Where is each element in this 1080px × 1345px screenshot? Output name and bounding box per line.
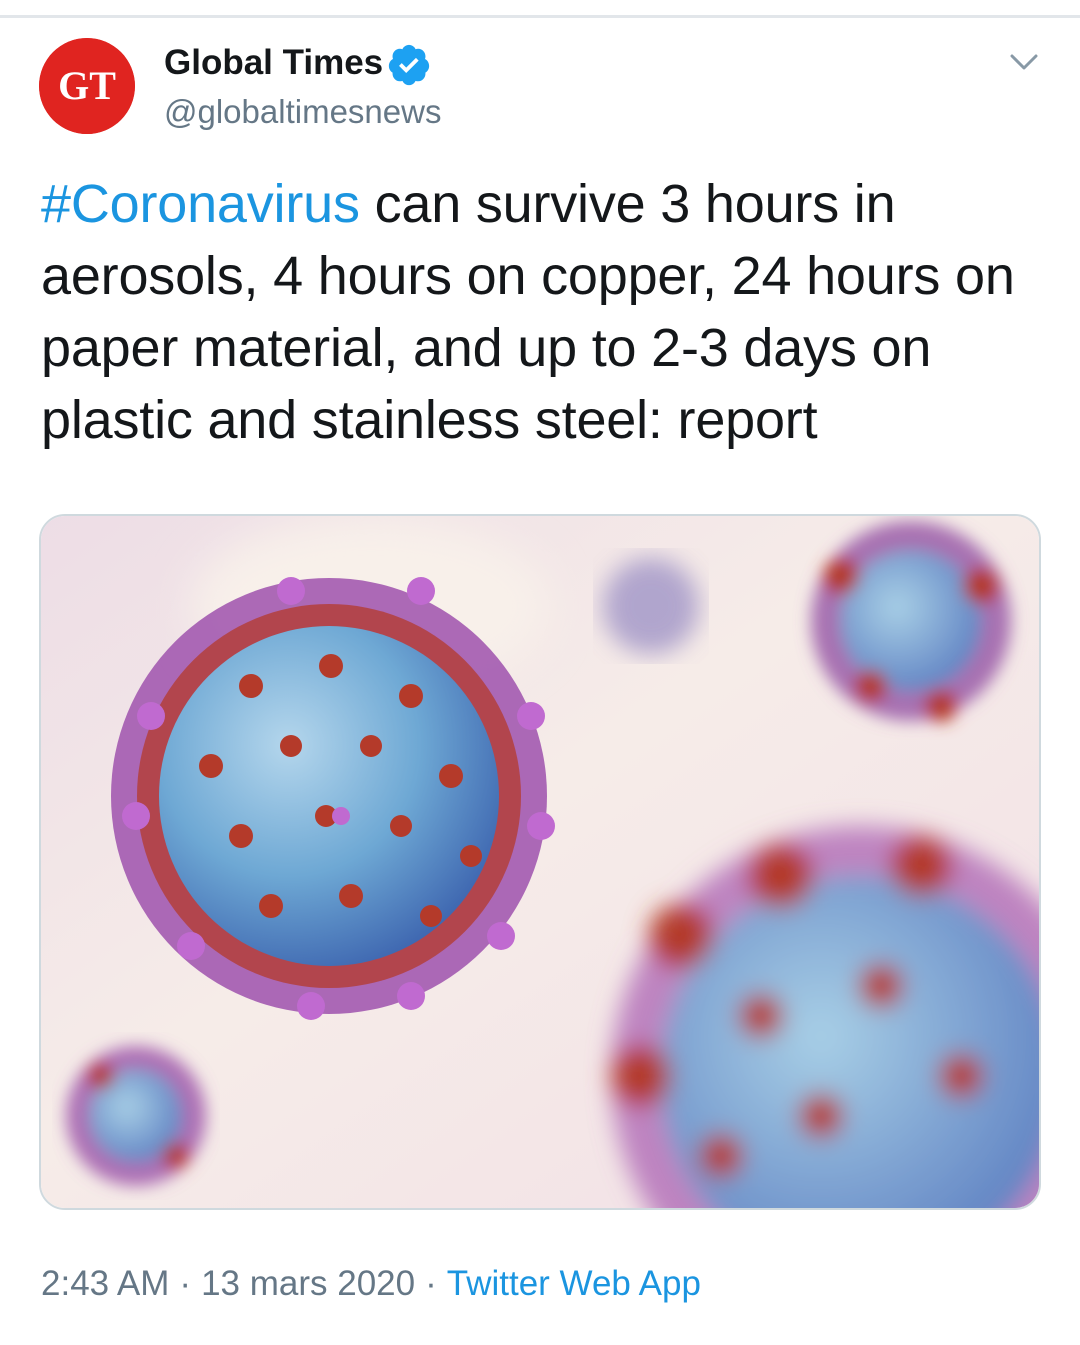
- tweet-source-link[interactable]: Twitter Web App: [447, 1264, 701, 1303]
- tweet-meta: 2:43 AM · 13 mars 2020 · Twitter Web App: [41, 1262, 701, 1306]
- display-name[interactable]: Global Times: [164, 42, 383, 84]
- avatar[interactable]: GT: [39, 38, 135, 134]
- tweet: GT Global Times @globaltimesnews #Corona…: [0, 0, 1080, 1345]
- meta-separator-2: ·: [425, 1264, 437, 1303]
- handle[interactable]: @globaltimesnews: [164, 92, 441, 132]
- meta-separator: ·: [179, 1264, 192, 1303]
- chevron-down-icon[interactable]: [1002, 40, 1046, 84]
- coronavirus-illustration: [41, 516, 1039, 1208]
- tweet-date[interactable]: 13 mars 2020: [201, 1264, 415, 1303]
- tweet-media-image[interactable]: [39, 514, 1041, 1210]
- tweet-text: #Coronavirus can survive 3 hours in aero…: [41, 168, 1041, 456]
- hashtag-link[interactable]: #Coronavirus: [41, 174, 360, 234]
- global-times-logo: GT: [39, 38, 135, 134]
- verified-badge-icon: [388, 44, 430, 86]
- tweet-time[interactable]: 2:43 AM: [41, 1264, 169, 1303]
- svg-text:GT: GT: [58, 63, 116, 108]
